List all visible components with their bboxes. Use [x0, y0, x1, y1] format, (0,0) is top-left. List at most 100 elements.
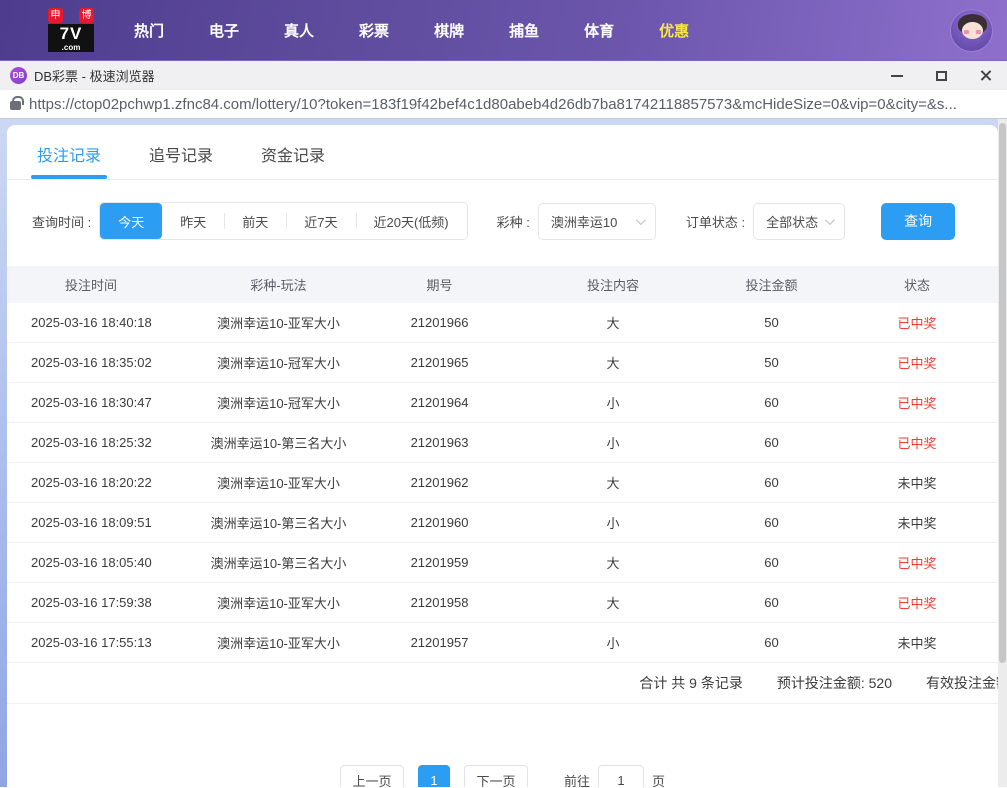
- minimize-icon: [891, 74, 903, 77]
- cell-game: 澳洲幸运10-第三名大小: [210, 436, 347, 451]
- cell-time: 2025-03-16 18:40:18: [31, 315, 152, 330]
- site-logo[interactable]: 申 博 7V .com: [48, 8, 94, 52]
- time-option-3[interactable]: 前天: [224, 203, 287, 239]
- nav-item-3[interactable]: 真人: [284, 20, 314, 41]
- cell-issue: 21201965: [410, 355, 469, 370]
- goto-page: 前往 页: [564, 765, 665, 787]
- tab-1[interactable]: 投注记录: [30, 142, 108, 179]
- record-tabs: 投注记录 追号记录 资金记录: [7, 125, 998, 180]
- goto-page-input[interactable]: [598, 765, 644, 787]
- table-row: 2025-03-16 18:40:18 澳洲幸运10-亚军大小 21201966 大 5…: [7, 303, 998, 343]
- summary-total-records: 合计 共 9 条记录: [639, 675, 743, 691]
- cell-status: 未中奖: [897, 516, 937, 531]
- time-option-5[interactable]: 近20天(低频): [355, 203, 467, 239]
- browser-title: DB彩票 - 极速浏览器: [34, 69, 155, 84]
- minimize-button[interactable]: [875, 61, 919, 90]
- close-icon: [979, 69, 992, 82]
- url-text: https://ctop02pchwp1.zfnc84.com/lottery/…: [29, 95, 957, 113]
- table-row: 2025-03-16 18:25:32 澳洲幸运10-第三名大小 21201963 小…: [7, 423, 998, 463]
- table-row: 2025-03-16 18:30:47 澳洲幸运10-冠军大小 21201964 小 6…: [7, 383, 998, 423]
- logo-badges: 申 博: [48, 8, 94, 23]
- logo-badge-2: 博: [79, 8, 94, 23]
- time-option-2[interactable]: 昨天: [162, 203, 225, 239]
- lottery-label: 彩种 :: [496, 214, 530, 230]
- cell-status: 已中奖: [897, 316, 937, 331]
- cell-time: 2025-03-16 18:05:40: [31, 555, 152, 570]
- main-menu: 热门 电子 真人 彩票 棋牌 捕鱼 体育 优惠: [134, 20, 689, 41]
- order-status-select[interactable]: 全部状态: [753, 202, 846, 240]
- content-card: 投注记录 追号记录 资金记录 查询时间 : 今天 昨天 前天 近7天 近20天(低频) 彩种…: [7, 125, 998, 787]
- nav-item-2[interactable]: 电子: [209, 20, 239, 41]
- cell-status: 已中奖: [897, 556, 937, 571]
- cell-time: 2025-03-16 17:55:13: [31, 635, 152, 650]
- cell-time: 2025-03-16 18:35:02: [31, 355, 152, 370]
- cell-status: 未中奖: [897, 476, 937, 491]
- cell-game: 澳洲幸运10-亚军大小: [217, 596, 340, 611]
- current-page-button[interactable]: 1: [417, 765, 450, 787]
- nav-item-7[interactable]: 体育: [584, 20, 614, 41]
- cell-time: 2025-03-16 18:09:51: [31, 515, 152, 530]
- time-option-4[interactable]: 近7天: [286, 203, 356, 239]
- time-filter-group: 今天 昨天 前天 近7天 近20天(低频): [99, 202, 468, 240]
- search-button[interactable]: 查询: [881, 202, 956, 240]
- address-bar[interactable]: https://ctop02pchwp1.zfnc84.com/lottery/…: [0, 90, 1007, 119]
- page-background: 投注记录 追号记录 资金记录 查询时间 : 今天 昨天 前天 近7天 近20天(低频) 彩种…: [0, 119, 1007, 787]
- nav-item-5[interactable]: 棋牌: [434, 20, 464, 41]
- cell-amount: 50: [764, 315, 779, 330]
- page-scrollbar[interactable]: [998, 119, 1007, 787]
- browser-tab-icon: DB: [10, 67, 27, 84]
- next-page-button[interactable]: 下一页: [463, 765, 528, 787]
- cell-issue: 21201957: [410, 635, 469, 650]
- scrollbar-thumb[interactable]: [999, 123, 1006, 663]
- cell-game: 澳洲幸运10-第三名大小: [210, 556, 347, 571]
- table-header-row: 投注时间 彩种-玩法 期号 投注内容 投注金额 状态: [7, 266, 998, 303]
- maximize-button[interactable]: [919, 61, 963, 90]
- cell-amount: 60: [764, 595, 779, 610]
- cell-issue: 21201958: [410, 595, 469, 610]
- browser-titlebar: DB DB彩票 - 极速浏览器: [0, 61, 1007, 90]
- lottery-select[interactable]: 澳洲幸运10: [537, 202, 656, 240]
- cell-content: 小: [606, 636, 620, 651]
- cell-amount: 60: [764, 635, 779, 650]
- page-unit-label: 页: [652, 773, 666, 788]
- cell-content: 大: [606, 476, 620, 491]
- table-body: 2025-03-16 18:40:18 澳洲幸运10-亚军大小 21201966 大 5…: [7, 303, 998, 663]
- cell-time: 2025-03-16 18:30:47: [31, 395, 152, 410]
- column-header: 彩种-玩法: [250, 278, 307, 293]
- nav-item-1[interactable]: 热门: [134, 20, 164, 41]
- avatar-art: [964, 30, 981, 34]
- cell-status: 已中奖: [897, 436, 937, 451]
- table-row: 2025-03-16 18:20:22 澳洲幸运10-亚军大小 21201962 大 6…: [7, 463, 998, 503]
- prev-page-button[interactable]: 上一页: [339, 765, 404, 787]
- cell-status: 已中奖: [897, 356, 937, 371]
- chevron-down-icon: [825, 214, 835, 225]
- column-header: 投注时间: [65, 278, 118, 293]
- cell-time: 2025-03-16 18:25:32: [31, 435, 152, 450]
- cell-amount: 60: [764, 515, 779, 530]
- user-avatar[interactable]: [950, 9, 993, 52]
- logo-domain: .com: [48, 43, 94, 52]
- goto-label: 前往: [563, 773, 590, 788]
- lottery-select-value: 澳洲幸运10: [550, 214, 618, 230]
- filter-bar: 查询时间 : 今天 昨天 前天 近7天 近20天(低频) 彩种 : 澳洲幸运10 订单状…: [32, 202, 998, 240]
- summary-row: 合计 共 9 条记录 预计投注金额: 520 有效投注金额: [7, 663, 998, 704]
- cell-issue: 21201959: [410, 555, 469, 570]
- top-navbar: 申 博 7V .com 热门 电子 真人 彩票 棋牌 捕鱼 体育 优惠: [0, 0, 1007, 61]
- order-status-value: 全部状态: [766, 214, 819, 230]
- time-option-1[interactable]: 今天: [100, 203, 163, 239]
- tab-3[interactable]: 资金记录: [261, 142, 325, 179]
- cell-game: 澳洲幸运10-冠军大小: [217, 356, 340, 371]
- cell-game: 澳洲幸运10-冠军大小: [217, 396, 340, 411]
- time-filter-label: 查询时间 :: [32, 214, 92, 230]
- cell-content: 大: [606, 356, 620, 371]
- nav-item-6[interactable]: 捕鱼: [509, 20, 539, 41]
- tab-2[interactable]: 追号记录: [149, 142, 213, 179]
- cell-time: 2025-03-16 17:59:38: [31, 595, 152, 610]
- cell-game: 澳洲幸运10-亚军大小: [217, 476, 340, 491]
- nav-item-4[interactable]: 彩票: [359, 20, 389, 41]
- cell-issue: 21201966: [410, 315, 469, 330]
- nav-item-8[interactable]: 优惠: [659, 20, 689, 41]
- close-button[interactable]: [963, 61, 1007, 90]
- cell-content: 小: [606, 516, 620, 531]
- cell-content: 小: [606, 436, 620, 451]
